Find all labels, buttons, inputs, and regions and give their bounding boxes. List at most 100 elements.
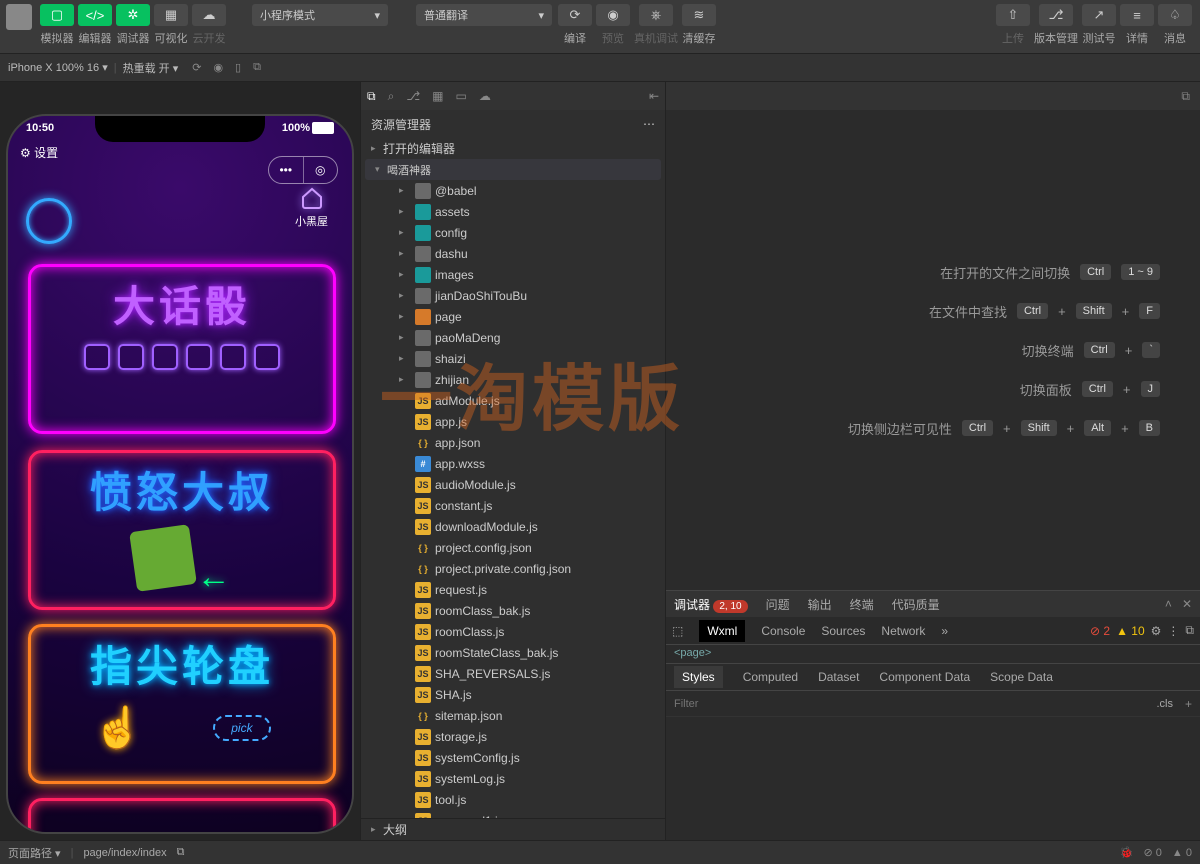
file-node[interactable]: JStool.js bbox=[361, 789, 665, 810]
more-icon[interactable]: ••• bbox=[269, 157, 304, 183]
files-icon[interactable]: ⧉ bbox=[367, 89, 376, 104]
file-node[interactable]: JSaudioModule.js bbox=[361, 474, 665, 495]
version-button[interactable]: ⎇版本管理 bbox=[1034, 4, 1078, 46]
visual-toggle[interactable]: ▦可视化 bbox=[154, 4, 188, 46]
debugger-toggle[interactable]: ✲调试器 bbox=[116, 4, 150, 46]
folder-node[interactable]: ▸paoMaDeng bbox=[361, 327, 665, 348]
more-tabs-icon[interactable]: » bbox=[941, 624, 948, 638]
layout-icon[interactable]: ▭ bbox=[455, 89, 466, 103]
add-style-icon[interactable]: + bbox=[1185, 697, 1192, 711]
tab-dataset[interactable]: Dataset bbox=[818, 670, 859, 684]
home-shortcut[interactable]: 小黑屋 bbox=[295, 186, 328, 229]
compile-button[interactable]: ⟳编译 bbox=[558, 4, 592, 46]
bug-icon[interactable]: 🐞 bbox=[1120, 846, 1134, 859]
folder-node[interactable]: ▸@babel bbox=[361, 180, 665, 201]
target-icon[interactable]: ◎ bbox=[304, 157, 338, 183]
folder-node[interactable]: ▸zhijian bbox=[361, 369, 665, 390]
file-node[interactable]: JSdownloadModule.js bbox=[361, 516, 665, 537]
file-node[interactable]: { }app.json bbox=[361, 432, 665, 453]
hot-reload-toggle[interactable]: 热重载 开 ▾ bbox=[123, 60, 179, 76]
folder-node[interactable]: ▸page bbox=[361, 306, 665, 327]
warn-badge[interactable]: ▲ 0 bbox=[1172, 847, 1192, 859]
capsule-menu[interactable]: •••◎ bbox=[268, 156, 338, 184]
app-settings[interactable]: ⚙ 设置 bbox=[20, 144, 58, 161]
page-path[interactable]: page/index/index bbox=[83, 847, 166, 859]
file-node[interactable]: JSsystemConfig.js bbox=[361, 747, 665, 768]
file-tree[interactable]: ▸打开的编辑器 ▾喝酒神器 ▸@babel▸assets▸config▸dash… bbox=[361, 138, 665, 818]
tab-scopedata[interactable]: Scope Data bbox=[990, 670, 1053, 684]
error-count[interactable]: ⊘ 2 bbox=[1090, 624, 1110, 638]
message-button[interactable]: ♤消息 bbox=[1158, 4, 1192, 46]
folder-node[interactable]: ▸config bbox=[361, 222, 665, 243]
game-card-zhijianlunpan[interactable]: 指尖轮盘 ☝ pick bbox=[28, 624, 336, 784]
file-node[interactable]: JSsystemLog.js bbox=[361, 768, 665, 789]
outline-section[interactable]: ▸大纲 bbox=[361, 818, 665, 840]
tab-network[interactable]: Network bbox=[881, 624, 925, 638]
clear-cache-button[interactable]: ≋清缓存 bbox=[682, 4, 716, 46]
preview-button[interactable]: ◉预览 bbox=[596, 4, 630, 46]
real-debug-button[interactable]: ⎈真机调试 bbox=[634, 4, 678, 46]
game-card-dahuashai[interactable]: 大话骰 bbox=[28, 264, 336, 434]
cls-toggle[interactable]: .cls bbox=[1150, 696, 1179, 712]
file-node[interactable]: JSSHA.js bbox=[361, 684, 665, 705]
tab-computed[interactable]: Computed bbox=[743, 670, 798, 684]
simulator-toggle[interactable]: ▢模拟器 bbox=[40, 4, 74, 46]
detail-button[interactable]: ≡详情 bbox=[1120, 4, 1154, 46]
inspect-icon[interactable]: ⬚ bbox=[672, 624, 683, 638]
tab-sources[interactable]: Sources bbox=[821, 624, 865, 638]
file-node[interactable]: #app.wxss bbox=[361, 453, 665, 474]
more-icon[interactable]: ⋯ bbox=[643, 117, 655, 131]
file-node[interactable]: JSroomStateClass_bak.js bbox=[361, 642, 665, 663]
warn-count[interactable]: ▲ 10 bbox=[1116, 624, 1145, 638]
search-icon[interactable]: ⌕ bbox=[388, 89, 395, 104]
dock-icon[interactable]: ⧉ bbox=[1185, 623, 1194, 638]
account-avatar[interactable] bbox=[6, 4, 32, 30]
file-node[interactable]: { }project.config.json bbox=[361, 537, 665, 558]
split-icon[interactable]: ⧉ bbox=[1181, 89, 1190, 104]
error-badge[interactable]: ⊘ 0 bbox=[1144, 846, 1162, 859]
tab-styles[interactable]: Styles bbox=[674, 666, 723, 688]
file-node[interactable]: JSrequest.js bbox=[361, 579, 665, 600]
file-node[interactable]: JSapp.js bbox=[361, 411, 665, 432]
folder-node[interactable]: ▸dashu bbox=[361, 243, 665, 264]
refresh-icon[interactable]: ⟳ bbox=[192, 61, 201, 74]
style-filter-input[interactable] bbox=[674, 698, 1150, 710]
game-card-next[interactable] bbox=[28, 798, 336, 834]
cloud-dev[interactable]: ☁云开发 bbox=[192, 4, 226, 46]
device-select[interactable]: iPhone X 100% 16 ▾ bbox=[8, 61, 108, 74]
palette-icon[interactable]: ☁ bbox=[479, 89, 491, 103]
gear-icon[interactable]: ⚙ bbox=[1151, 624, 1162, 638]
tab-terminal[interactable]: 终端 bbox=[850, 596, 874, 613]
file-node[interactable]: JSSHA_REVERSALS.js bbox=[361, 663, 665, 684]
popout-icon[interactable]: ⧉ bbox=[253, 61, 261, 74]
path-label[interactable]: 页面路径 ▾ bbox=[8, 845, 61, 861]
file-node[interactable]: JSroomClass.js bbox=[361, 621, 665, 642]
mode-select[interactable]: 小程序模式▾ bbox=[252, 4, 388, 26]
file-node[interactable]: JSunnamed1.is bbox=[361, 810, 665, 818]
tab-problem[interactable]: 问题 bbox=[766, 596, 790, 613]
folder-node[interactable]: ▸shaizi bbox=[361, 348, 665, 369]
open-editors-section[interactable]: ▸打开的编辑器 bbox=[361, 138, 665, 159]
ext-icon[interactable]: ▦ bbox=[432, 89, 443, 103]
tab-wxml[interactable]: Wxml bbox=[699, 620, 745, 642]
folder-node[interactable]: ▸images bbox=[361, 264, 665, 285]
tab-console[interactable]: Console bbox=[761, 624, 805, 638]
file-node[interactable]: JSconstant.js bbox=[361, 495, 665, 516]
tab-compdata[interactable]: Component Data bbox=[879, 670, 970, 684]
file-node[interactable]: JSstorage.js bbox=[361, 726, 665, 747]
tab-output[interactable]: 输出 bbox=[808, 596, 832, 613]
folder-node[interactable]: ▸jianDaoShiTouBu bbox=[361, 285, 665, 306]
project-root[interactable]: ▾喝酒神器 bbox=[365, 159, 661, 180]
game-card-fennudashu[interactable]: 愤怒大叔 ← bbox=[28, 450, 336, 610]
collapse-icon[interactable]: ⇤ bbox=[649, 89, 659, 103]
file-node[interactable]: JSroomClass_bak.js bbox=[361, 600, 665, 621]
tab-quality[interactable]: 代码质量 bbox=[892, 596, 940, 613]
record-icon[interactable]: ◉ bbox=[213, 61, 223, 74]
git-icon[interactable]: ⎇ bbox=[406, 89, 420, 103]
file-node[interactable]: { }sitemap.json bbox=[361, 705, 665, 726]
file-node[interactable]: JSadModule.js bbox=[361, 390, 665, 411]
testacct-button[interactable]: ↗测试号 bbox=[1082, 4, 1116, 46]
close-icon[interactable]: ✕ bbox=[1182, 597, 1192, 611]
wxml-root-node[interactable]: <page> bbox=[666, 645, 1200, 663]
copy-icon[interactable]: ⧉ bbox=[177, 846, 185, 859]
